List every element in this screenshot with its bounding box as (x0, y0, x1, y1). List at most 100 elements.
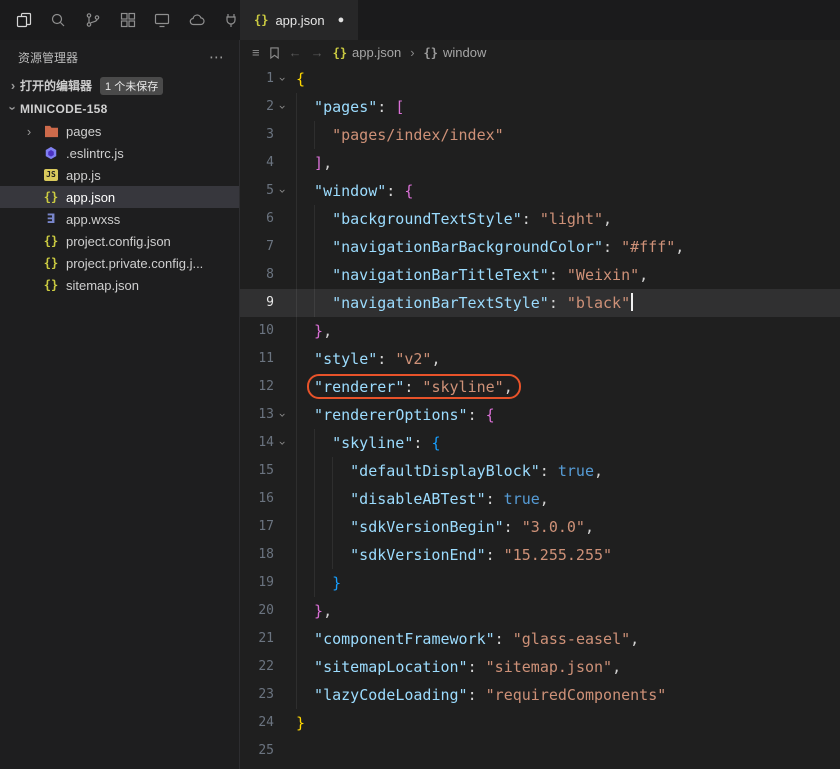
project-root-row[interactable]: › MINICODE-158 (0, 97, 239, 120)
code-line-10[interactable]: 10}, (240, 317, 840, 345)
gutter: 12 (240, 373, 292, 401)
cloud-icon[interactable] (188, 11, 206, 29)
code-line-20[interactable]: 20}, (240, 597, 840, 625)
code-line-14[interactable]: 14 › "skyline": { (240, 429, 840, 457)
line-number: 7 (266, 239, 274, 254)
bookmark-icon[interactable] (269, 46, 280, 60)
gutter: 5 › (240, 177, 292, 205)
fold-chevron-icon[interactable]: › (274, 177, 292, 205)
navigate-forward-icon[interactable]: → (311, 45, 324, 60)
file-item-.eslintrc.js[interactable]: .eslintrc.js (0, 142, 239, 164)
preview-icon[interactable] (153, 11, 171, 29)
code-text: "pages": [ (292, 93, 404, 121)
fold-chevron-icon[interactable]: › (274, 429, 292, 457)
gutter: 14 › (240, 429, 292, 457)
code-line-9[interactable]: 9 "navigationBarTextStyle": "black" (240, 289, 840, 317)
code-line-6[interactable]: 6 "backgroundTextStyle": "light", (240, 205, 840, 233)
tab-app-json[interactable]: {} app.json ● (240, 0, 359, 40)
line-number: 18 (258, 547, 274, 562)
code-text: }, (292, 317, 332, 345)
code-line-12[interactable]: 12 "renderer": "skyline", (240, 373, 840, 401)
plugin-icon[interactable] (222, 11, 240, 29)
folder-file-icon (42, 125, 60, 138)
code-line-18[interactable]: 18 "sdkVersionEnd": "15.255.255" (240, 541, 840, 569)
search-icon[interactable] (50, 11, 68, 29)
gutter: 1 › (240, 65, 292, 93)
code-text: "window": { (292, 177, 413, 205)
gutter: 4 (240, 149, 292, 177)
file-list: › pages .eslintrc.js JS app.js {} app.json ∃ app… (0, 120, 239, 296)
extensions-icon[interactable] (119, 11, 137, 29)
breadcrumb-symbol[interactable]: {} window (424, 45, 487, 60)
line-number: 9 (266, 295, 274, 310)
outline-icon[interactable]: ≡ (252, 45, 260, 60)
line-number: 3 (266, 127, 274, 142)
line-number: 16 (258, 491, 274, 506)
file-item-sitemap.json[interactable]: {} sitemap.json (0, 274, 239, 296)
code-line-21[interactable]: 21 "componentFramework": "glass-easel", (240, 625, 840, 653)
file-name: app.js (66, 167, 101, 183)
code-line-4[interactable]: 4], (240, 149, 840, 177)
breadcrumb-bar: ≡ ← → {} app.json › {} window (240, 40, 840, 65)
app-window: {} app.json ● 资源管理器 ⋯ › 打开的编辑器 1 个未保存 › … (0, 0, 840, 769)
chevron-down-icon: › (5, 106, 21, 111)
json-file-icon: {} (43, 190, 59, 204)
code-line-2[interactable]: 2 › "pages": [ (240, 93, 840, 121)
fold-chevron-icon[interactable]: › (274, 401, 292, 429)
code-editor[interactable]: 1 ›{2 › "pages": [3 "pages/index/index" 4], 5 ›… (240, 65, 840, 769)
code-line-16[interactable]: 16 "disableABTest": true, (240, 485, 840, 513)
source-control-icon[interactable] (84, 11, 102, 29)
code-line-19[interactable]: 19} (240, 569, 840, 597)
code-text: "rendererOptions": { (292, 401, 495, 429)
code-line-22[interactable]: 22 "sitemapLocation": "sitemap.json", (240, 653, 840, 681)
code-line-1[interactable]: 1 ›{ (240, 65, 840, 93)
code-line-5[interactable]: 5 › "window": { (240, 177, 840, 205)
file-item-app.json[interactable]: {} app.json (0, 186, 239, 208)
code-line-17[interactable]: 17 "sdkVersionBegin": "3.0.0", (240, 513, 840, 541)
line-number: 20 (258, 603, 274, 618)
file-item-project.private.config.j...[interactable]: {} project.private.config.j... (0, 252, 239, 274)
code-line-8[interactable]: 8 "navigationBarTitleText": "Weixin", (240, 261, 840, 289)
file-item-app.js[interactable]: JS app.js (0, 164, 239, 186)
fold-chevron-icon[interactable]: › (274, 65, 292, 93)
file-name: .eslintrc.js (66, 145, 124, 161)
gutter: 13 › (240, 401, 292, 429)
modified-dot-icon[interactable]: ● (338, 14, 345, 26)
line-number: 23 (258, 687, 274, 702)
more-actions-icon[interactable]: ⋯ (209, 48, 225, 66)
code-line-15[interactable]: 15 "defaultDisplayBlock": true, (240, 457, 840, 485)
gutter: 24 (240, 709, 292, 737)
code-line-24[interactable]: 24} (240, 709, 840, 737)
code-line-7[interactable]: 7 "navigationBarBackgroundColor": "#fff", (240, 233, 840, 261)
code-text: "sdkVersionEnd": "15.255.255" (292, 541, 612, 569)
code-text: ], (292, 149, 332, 177)
code-text: "sdkVersionBegin": "3.0.0", (292, 513, 594, 541)
json-file-icon: {} (43, 278, 59, 292)
code-line-3[interactable]: 3 "pages/index/index" (240, 121, 840, 149)
open-editors-row[interactable]: › 打开的编辑器 1 个未保存 (0, 74, 239, 97)
breadcrumb-file[interactable]: {} app.json (333, 45, 402, 60)
code-line-13[interactable]: 13 › "rendererOptions": { (240, 401, 840, 429)
code-line-25[interactable]: 25 (240, 737, 840, 765)
file-item-pages[interactable]: › pages (0, 120, 239, 142)
code-text: "lazyCodeLoading": "requiredComponents" (292, 681, 666, 709)
file-item-project.config.json[interactable]: {} project.config.json (0, 230, 239, 252)
file-item-app.wxss[interactable]: ∃ app.wxss (0, 208, 239, 230)
code-line-23[interactable]: 23 "lazyCodeLoading": "requiredComponents… (240, 681, 840, 709)
files-icon[interactable] (15, 11, 33, 29)
navigate-back-icon[interactable]: ← (289, 45, 302, 60)
fold-chevron-icon[interactable]: › (274, 93, 292, 121)
code-line-11[interactable]: 11 "style": "v2", (240, 345, 840, 373)
